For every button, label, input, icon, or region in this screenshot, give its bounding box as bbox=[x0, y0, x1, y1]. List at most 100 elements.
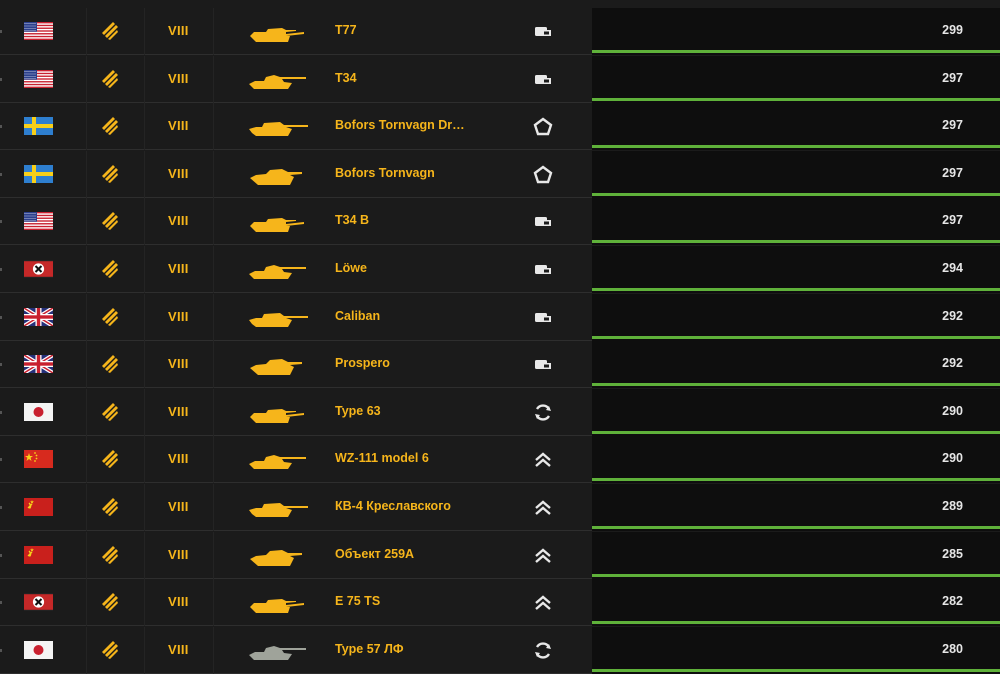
column-divider bbox=[144, 151, 145, 198]
column-divider bbox=[144, 103, 145, 150]
row-right-panel bbox=[592, 198, 1000, 245]
double-chevron-icon bbox=[533, 498, 553, 517]
row-edge-marker bbox=[0, 316, 2, 319]
vehicle-name[interactable]: E 75 TS bbox=[335, 594, 380, 608]
tank-silhouette-icon bbox=[246, 209, 310, 235]
column-divider bbox=[213, 627, 214, 674]
column-divider bbox=[86, 8, 87, 55]
rank-insignia-icon bbox=[101, 449, 119, 469]
column-divider bbox=[86, 151, 87, 198]
stat-value: 282 bbox=[942, 594, 963, 608]
flag-china-icon bbox=[24, 450, 53, 468]
table-row[interactable]: VIII Caliban 292 bbox=[0, 294, 1000, 341]
table-row[interactable]: VIII E 75 TS 282 bbox=[0, 579, 1000, 626]
stat-value: 297 bbox=[942, 71, 963, 85]
stat-bar bbox=[592, 669, 1000, 672]
medium-light-icon bbox=[533, 260, 553, 279]
stat-bar bbox=[592, 574, 1000, 577]
table-row[interactable]: VIII T34 297 bbox=[0, 56, 1000, 103]
stat-value: 292 bbox=[942, 309, 963, 323]
vehicle-name[interactable]: T34 bbox=[335, 71, 357, 85]
rank-insignia-icon bbox=[101, 116, 119, 136]
row-right-panel bbox=[592, 436, 1000, 483]
column-divider bbox=[86, 532, 87, 579]
tank-silhouette-icon bbox=[246, 543, 310, 569]
vehicle-name[interactable]: Type 63 bbox=[335, 404, 381, 418]
flag-usa-icon bbox=[24, 22, 53, 40]
tier-label: VIII bbox=[168, 499, 189, 514]
vehicle-name[interactable]: КВ-4 Креславского bbox=[335, 499, 451, 513]
table-row[interactable]: VIII T34 B 297 bbox=[0, 198, 1000, 245]
table-row[interactable]: VIII Type 57 ЛФ 280 bbox=[0, 627, 1000, 674]
column-divider bbox=[86, 246, 87, 293]
column-divider bbox=[144, 436, 145, 483]
rank-insignia-icon bbox=[101, 545, 119, 565]
row-right-panel bbox=[592, 341, 1000, 388]
stat-bar bbox=[592, 431, 1000, 434]
stat-value: 290 bbox=[942, 404, 963, 418]
tank-silhouette-icon bbox=[246, 638, 310, 664]
stat-bar bbox=[592, 145, 1000, 148]
cycle-icon bbox=[533, 641, 553, 660]
column-divider bbox=[86, 341, 87, 388]
column-divider bbox=[144, 389, 145, 436]
rank-insignia-icon bbox=[101, 402, 119, 422]
vehicle-name[interactable]: T34 B bbox=[335, 213, 369, 227]
column-divider bbox=[213, 246, 214, 293]
tier-label: VIII bbox=[168, 118, 189, 133]
vehicle-name[interactable]: WZ-111 model 6 bbox=[335, 451, 429, 465]
column-divider bbox=[213, 8, 214, 55]
table-row[interactable]: VIII Объект 259А 285 bbox=[0, 532, 1000, 579]
vehicle-name[interactable]: Löwe bbox=[335, 261, 367, 275]
table-row[interactable]: VIII Bofors Tornvagn 297 bbox=[0, 151, 1000, 198]
tier-label: VIII bbox=[168, 547, 189, 562]
vehicle-name[interactable]: Bofors Tornvagn bbox=[335, 166, 435, 180]
vehicle-name[interactable]: Объект 259А bbox=[335, 547, 414, 561]
stat-bar bbox=[592, 288, 1000, 291]
table-row[interactable]: VIII Löwe 294 bbox=[0, 246, 1000, 293]
vehicle-name[interactable]: Bofors Tornvagn Drakk... bbox=[335, 118, 470, 132]
stat-bar bbox=[592, 478, 1000, 481]
medium-light-icon bbox=[533, 355, 553, 374]
column-divider bbox=[144, 198, 145, 245]
table-row[interactable]: VIII КВ-4 Креславского 289 bbox=[0, 484, 1000, 531]
column-divider bbox=[86, 198, 87, 245]
vehicle-name[interactable]: Prospero bbox=[335, 356, 390, 370]
table-row[interactable]: VIII T77 299 bbox=[0, 8, 1000, 55]
column-divider bbox=[213, 389, 214, 436]
stat-bar bbox=[592, 50, 1000, 53]
column-divider bbox=[144, 246, 145, 293]
table-row[interactable]: VIII Prospero 292 bbox=[0, 341, 1000, 388]
table-row[interactable]: VIII Type 63 290 bbox=[0, 389, 1000, 436]
rank-insignia-icon bbox=[101, 164, 119, 184]
column-divider bbox=[213, 484, 214, 531]
flag-japan-icon bbox=[24, 641, 53, 659]
row-edge-marker bbox=[0, 173, 2, 176]
table-row[interactable]: VIII Bofors Tornvagn Drakk... 297 bbox=[0, 103, 1000, 150]
pentagon-icon bbox=[533, 165, 553, 184]
stat-bar bbox=[592, 193, 1000, 196]
column-divider bbox=[213, 151, 214, 198]
vehicle-name[interactable]: Caliban bbox=[335, 309, 380, 323]
column-divider bbox=[144, 532, 145, 579]
column-divider bbox=[144, 627, 145, 674]
vehicle-name[interactable]: T77 bbox=[335, 23, 357, 37]
flag-japan-icon bbox=[24, 403, 53, 421]
rank-insignia-icon bbox=[101, 640, 119, 660]
row-right-panel bbox=[592, 246, 1000, 293]
column-divider bbox=[144, 8, 145, 55]
rank-insignia-icon bbox=[101, 592, 119, 612]
stat-value: 280 bbox=[942, 642, 963, 656]
column-divider bbox=[86, 294, 87, 341]
tier-label: VIII bbox=[168, 451, 189, 466]
row-right-panel bbox=[592, 8, 1000, 55]
medium-light-icon bbox=[533, 70, 553, 89]
tier-label: VIII bbox=[168, 71, 189, 86]
column-divider bbox=[213, 532, 214, 579]
double-chevron-icon bbox=[533, 546, 553, 565]
table-row[interactable]: VIII WZ-111 model 6 290 bbox=[0, 436, 1000, 483]
rank-insignia-icon bbox=[101, 211, 119, 231]
vehicle-name[interactable]: Type 57 ЛФ bbox=[335, 642, 404, 656]
row-right-panel bbox=[592, 151, 1000, 198]
stat-value: 285 bbox=[942, 547, 963, 561]
